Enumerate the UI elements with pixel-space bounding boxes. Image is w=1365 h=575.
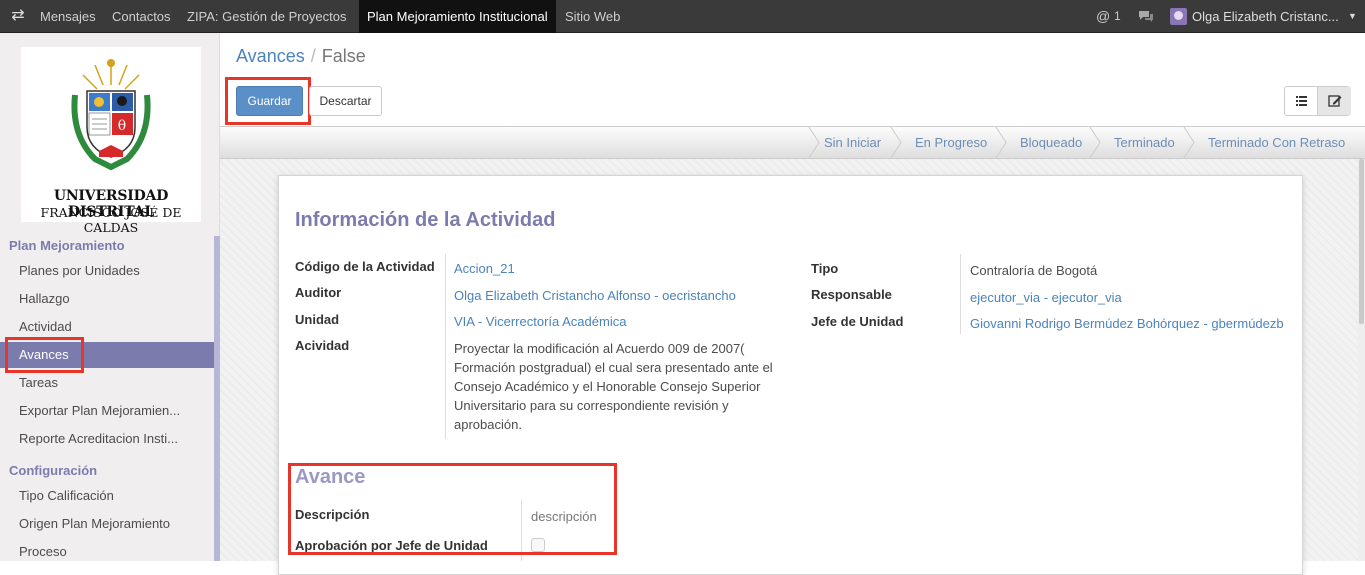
user-avatar[interactable] bbox=[1170, 8, 1187, 25]
label-auditor: Auditor bbox=[295, 285, 342, 300]
user-menu[interactable]: Olga Elizabeth Cristanc... bbox=[1192, 0, 1339, 33]
breadcrumb-separator: / bbox=[310, 46, 316, 66]
sidebar-section-configuracion: Configuración bbox=[9, 463, 98, 478]
actividad-line: Formación postgradual) el cual sera pres… bbox=[454, 360, 773, 375]
value-tipo: Contraloría de Bogotá bbox=[970, 263, 1098, 278]
field-divider bbox=[445, 254, 446, 439]
label-jefe-unidad: Jefe de Unidad bbox=[811, 314, 904, 329]
breadcrumb: Avances / False bbox=[236, 46, 366, 67]
menu-plan-mejoramiento[interactable]: Plan Mejoramiento Institucional bbox=[359, 0, 556, 33]
descripcion-input[interactable]: descripción bbox=[531, 509, 597, 524]
status-divider bbox=[808, 127, 820, 158]
menu-sitio-web[interactable]: Sitio Web bbox=[557, 0, 628, 33]
label-responsable: Responsable bbox=[811, 287, 892, 302]
mentions-icon[interactable]: @ bbox=[1096, 0, 1110, 33]
section-title-informacion: Información de la Actividad bbox=[295, 209, 556, 231]
sidebar-item-actividad[interactable]: Actividad bbox=[0, 314, 214, 340]
actividad-line: aprobación. bbox=[454, 417, 522, 432]
sidebar-item-reporte[interactable]: Reporte Acreditacion Insti... bbox=[0, 426, 214, 452]
actividad-line: Universitario para su correspondiente re… bbox=[454, 398, 729, 413]
label-unidad: Unidad bbox=[295, 312, 340, 327]
svg-text:θ: θ bbox=[118, 118, 126, 134]
save-button[interactable]: Guardar bbox=[236, 86, 303, 116]
form-sheet bbox=[278, 175, 1303, 575]
actividad-line: Proyectar la modificación al Acuerdo 009… bbox=[454, 341, 745, 356]
stage-arrow-icon bbox=[1183, 127, 1195, 158]
field-divider bbox=[960, 254, 961, 334]
value-unidad[interactable]: VIA - Vicerrectoría Académica bbox=[454, 314, 626, 329]
label-aprobacion: Aprobación por Jefe de Unidad bbox=[295, 538, 488, 553]
stage-arrow-icon bbox=[995, 127, 1007, 158]
mentions-count: 1 bbox=[1114, 9, 1121, 23]
discard-button[interactable]: Descartar bbox=[309, 86, 382, 116]
scrollbar-thumb[interactable] bbox=[1359, 159, 1364, 324]
value-responsable[interactable]: ejecutor_via - ejecutor_via bbox=[970, 290, 1122, 305]
list-icon bbox=[1296, 96, 1307, 106]
main-scrollbar[interactable] bbox=[1358, 159, 1365, 561]
view-switcher bbox=[1284, 86, 1351, 116]
sidebar-item-proceso[interactable]: Proceso bbox=[0, 539, 214, 565]
stage-terminado[interactable]: Terminado bbox=[1114, 127, 1175, 158]
sidebar-item-tareas[interactable]: Tareas bbox=[0, 370, 214, 396]
section-title-avance: Avance bbox=[295, 466, 366, 488]
top-navbar: ⇄ Mensajes Contactos ZIPA: Gestión de Pr… bbox=[0, 0, 1365, 33]
coat-of-arms-emblem: θ bbox=[71, 59, 151, 171]
value-actividad-text: Proyectar la modificación al Acuerdo 009… bbox=[454, 339, 784, 434]
logo-subtitle: FRANCISCO JOSÉ DE CALDAS bbox=[40, 205, 182, 235]
stage-bloqueado[interactable]: Bloqueado bbox=[1020, 127, 1082, 158]
form-view-button[interactable] bbox=[1318, 87, 1351, 115]
sidebar-item-planes[interactable]: Planes por Unidades bbox=[0, 258, 214, 284]
status-bar: Sin Iniciar En Progreso Bloqueado Termin… bbox=[220, 126, 1365, 159]
label-codigo-actividad: Código de la Actividad bbox=[295, 259, 435, 274]
aprobacion-checkbox[interactable] bbox=[531, 538, 545, 552]
stage-sin-iniciar[interactable]: Sin Iniciar bbox=[824, 127, 881, 158]
stage-en-progreso[interactable]: En Progreso bbox=[915, 127, 987, 158]
stage-arrow-icon bbox=[890, 127, 902, 158]
chat-icon[interactable] bbox=[1138, 10, 1154, 23]
sidebar-item-origen[interactable]: Origen Plan Mejoramiento bbox=[0, 511, 214, 537]
left-sidebar: θ UNIVERSIDAD DISTRITAL FRANCISCO JOSÉ D… bbox=[0, 33, 220, 561]
label-actividad: Acividad bbox=[295, 338, 350, 353]
list-view-button[interactable] bbox=[1285, 87, 1318, 115]
apps-toggle-icon[interactable]: ⇄ bbox=[8, 6, 28, 26]
field-divider bbox=[521, 500, 522, 561]
stage-terminado-con-retraso[interactable]: Terminado Con Retraso bbox=[1208, 127, 1345, 158]
label-descripcion: Descripción bbox=[295, 507, 370, 522]
stage-arrow-icon bbox=[1089, 127, 1101, 158]
breadcrumb-avances-link[interactable]: Avances bbox=[236, 46, 305, 66]
sidebar-item-tipo-calificacion[interactable]: Tipo Calificación bbox=[0, 483, 214, 509]
edit-icon bbox=[1328, 95, 1342, 107]
menu-contactos[interactable]: Contactos bbox=[104, 0, 179, 33]
university-logo: θ UNIVERSIDAD DISTRITAL FRANCISCO JOSÉ D… bbox=[21, 47, 201, 235]
actividad-line: Consejo Académico y el Honorable Consejo… bbox=[454, 379, 761, 394]
value-codigo-actividad[interactable]: Accion_21 bbox=[454, 261, 515, 276]
sidebar-section-plan: Plan Mejoramiento bbox=[9, 238, 125, 253]
menu-zipa[interactable]: ZIPA: Gestión de Proyectos bbox=[179, 0, 354, 33]
value-jefe-unidad[interactable]: Giovanni Rodrigo Bermúdez Bohórquez - gb… bbox=[970, 316, 1284, 331]
label-tipo: Tipo bbox=[811, 261, 839, 276]
chevron-down-icon[interactable]: ▼ bbox=[1348, 0, 1357, 33]
sidebar-item-exportar[interactable]: Exportar Plan Mejoramien... bbox=[0, 398, 214, 424]
menu-mensajes[interactable]: Mensajes bbox=[32, 0, 104, 33]
value-auditor[interactable]: Olga Elizabeth Cristancho Alfonso - oecr… bbox=[454, 288, 736, 303]
sidebar-item-hallazgo[interactable]: Hallazgo bbox=[0, 286, 214, 312]
breadcrumb-current: False bbox=[321, 46, 366, 66]
sidebar-item-avances[interactable]: Avances bbox=[0, 342, 214, 368]
